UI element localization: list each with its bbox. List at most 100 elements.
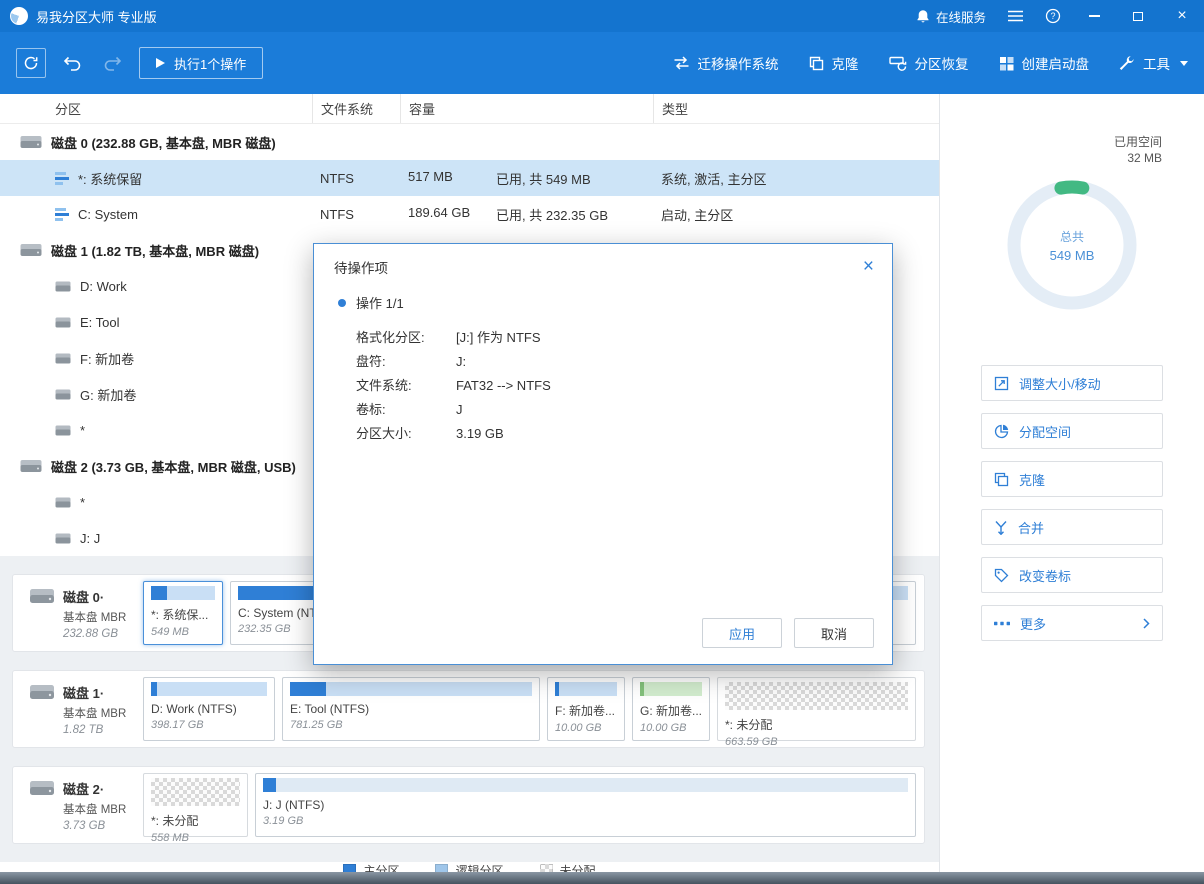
disk-map-unallocated[interactable]: *: 未分配 663.59 GB <box>717 677 916 741</box>
more-button[interactable]: 更多 <box>981 605 1163 641</box>
column-header-partition: 分区 <box>0 94 312 123</box>
allocate-space-button[interactable]: 分配空间 <box>981 413 1163 449</box>
minimize-button[interactable] <box>1072 0 1116 32</box>
app-title: 易我分区大师 专业版 <box>36 7 157 26</box>
table-row[interactable]: 磁盘 0 (232.88 GB, 基本盘, MBR 磁盘) <box>0 124 939 160</box>
disk-size: 1.82 TB <box>63 724 126 736</box>
help-icon: ? <box>1045 8 1061 24</box>
usage-strip <box>290 682 532 696</box>
pending-operations-dialog: 待操作项 × 操作 1/1 格式化分区:[J:] 作为 NTFS 盘符:J: 文… <box>313 243 893 665</box>
table-row[interactable]: *: 系统保留 NTFS 517 MB已用, 共 549 MB 系统, 激活, … <box>0 160 939 196</box>
create-bootable-disk-button[interactable]: 创建启动盘 <box>999 53 1090 73</box>
grid-icon <box>999 56 1014 71</box>
app-logo-icon <box>10 7 28 25</box>
table-row[interactable]: C: System NTFS 189.64 GB已用, 共 232.35 GB … <box>0 196 939 232</box>
resize-move-button[interactable]: 调整大小/移动 <box>981 365 1163 401</box>
operation-header: 操作 1/1 <box>338 293 868 312</box>
disk-icon <box>20 459 42 473</box>
migrate-os-button[interactable]: 迁移操作系统 <box>673 53 779 73</box>
sidebar: 已用空间 32 MB 总共 549 MB 调整大小/移动 <box>940 94 1204 872</box>
change-label-button[interactable]: 改变卷标 <box>981 557 1163 593</box>
column-header-type: 类型 <box>653 94 939 123</box>
disk-type: 基本盘 MBR <box>63 801 126 817</box>
migrate-os-icon <box>673 55 690 71</box>
operation-detail-row: 卷标:J <box>338 398 868 422</box>
maximize-button[interactable] <box>1116 0 1160 32</box>
cancel-button[interactable]: 取消 <box>794 618 874 648</box>
partition-icon <box>55 281 71 292</box>
disk-map-unallocated[interactable]: *: 未分配 558 MB <box>143 773 248 837</box>
disk-size: 232.88 GB <box>63 628 126 640</box>
partition-recovery-icon <box>889 55 907 71</box>
disk-size: 3.73 GB <box>63 820 126 832</box>
column-header-capacity: 容量 <box>400 94 653 123</box>
usage-strip <box>555 682 617 696</box>
donut-total-label: 总共 <box>1060 228 1084 245</box>
partition-icon <box>55 317 71 328</box>
operation-detail-row: 文件系统:FAT32 --> NTFS <box>338 374 868 398</box>
disk-map-partition[interactable]: F: 新加卷... 10.00 GB <box>547 677 625 741</box>
disk-map-partition[interactable]: D: Work (NTFS) 398.17 GB <box>143 677 275 741</box>
partition-icon <box>55 389 71 400</box>
disk-map-partition[interactable]: J: J (NTFS) 3.19 GB <box>255 773 916 837</box>
disk-name: 磁盘 0· <box>63 587 126 606</box>
disk-map-partition[interactable]: *: 系统保... 549 MB <box>143 581 223 645</box>
clone-button[interactable]: 克隆 <box>809 53 859 73</box>
merge-button[interactable]: 合并 <box>981 509 1163 545</box>
chevron-right-icon <box>1143 618 1150 629</box>
unallocated-strip <box>725 682 908 710</box>
help-button[interactable]: ? <box>1034 0 1072 32</box>
clone-partition-button[interactable]: 克隆 <box>981 461 1163 497</box>
undo-button[interactable] <box>59 52 86 75</box>
menu-button[interactable] <box>997 0 1034 32</box>
play-icon <box>156 58 165 68</box>
partition-icon <box>55 497 71 508</box>
redo-button[interactable] <box>99 52 126 75</box>
bell-icon <box>916 9 930 24</box>
disk-name: 磁盘 2· <box>63 779 126 798</box>
partition-icon <box>55 208 69 221</box>
minimize-icon <box>1089 15 1100 17</box>
table-header: 分区 文件系统 容量 类型 <box>0 94 939 124</box>
refresh-button[interactable] <box>16 48 46 78</box>
usage-strip <box>263 778 908 792</box>
execute-operations-button[interactable]: 执行1个操作 <box>139 47 263 79</box>
chevron-down-icon <box>1180 61 1188 66</box>
maximize-icon <box>1133 12 1143 21</box>
disk-icon <box>20 243 42 257</box>
disk-type: 基本盘 MBR <box>63 705 126 721</box>
redo-icon <box>103 56 122 71</box>
operation-detail-row: 分区大小:3.19 GB <box>338 422 868 446</box>
usage-strip <box>151 682 267 696</box>
dialog-close-icon[interactable]: × <box>859 257 878 276</box>
partition-recovery-button[interactable]: 分区恢复 <box>889 53 969 73</box>
tag-icon <box>994 568 1009 583</box>
disk-icon <box>20 135 42 149</box>
clone-icon <box>809 56 824 71</box>
disk-icon <box>29 587 55 605</box>
disk-map-partition[interactable]: E: Tool (NTFS) 781.25 GB <box>282 677 540 741</box>
more-dots-icon <box>994 621 1010 626</box>
disk-icon <box>29 779 55 797</box>
wrench-icon <box>1119 55 1135 71</box>
operation-detail-row: 格式化分区:[J:] 作为 NTFS <box>338 326 868 350</box>
menu-icon <box>1008 10 1023 22</box>
window-bottom-edge <box>0 872 1204 884</box>
close-icon: × <box>1177 8 1186 24</box>
tools-button[interactable]: 工具 <box>1119 53 1188 73</box>
operation-detail-row: 盘符:J: <box>338 350 868 374</box>
resize-icon <box>994 376 1009 391</box>
used-space-label: 已用空间 32 MB <box>940 94 1204 166</box>
toolbar: 执行1个操作 迁移操作系统 克隆 分区恢复 <box>0 32 1204 94</box>
usage-strip <box>151 586 215 600</box>
svg-text:?: ? <box>1050 11 1055 21</box>
apply-button[interactable]: 应用 <box>702 618 782 648</box>
disk-name: 磁盘 1· <box>63 683 126 702</box>
online-service-button[interactable]: 在线服务 <box>905 0 997 32</box>
close-button[interactable]: × <box>1160 0 1204 32</box>
clone-icon <box>994 472 1009 487</box>
disk-map-partition[interactable]: G: 新加卷... 10.00 GB <box>632 677 710 741</box>
disk-map-2: 磁盘 2· 基本盘 MBR 3.73 GB *: 未分配 558 MB <box>12 766 925 844</box>
donut-total-value: 549 MB <box>1050 248 1095 263</box>
app-window: 易我分区大师 专业版 在线服务 ? × <box>0 0 1204 884</box>
